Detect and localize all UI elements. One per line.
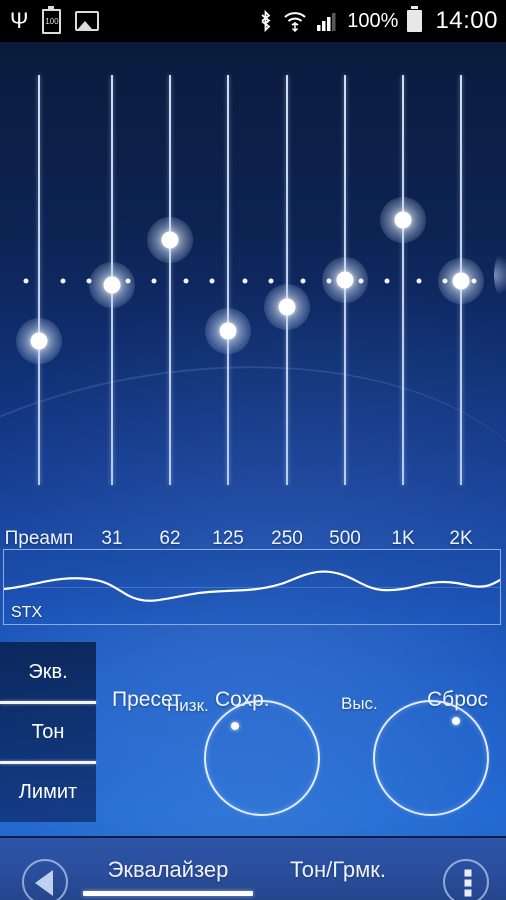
response-curve-panel[interactable]: STX xyxy=(3,549,501,625)
overflow-menu-icon xyxy=(464,869,472,877)
clock-label: 14:00 xyxy=(435,7,498,34)
bluetooth-icon xyxy=(261,9,271,33)
eq-slider-thumb[interactable] xyxy=(380,197,426,243)
tab-equalizer-active-indicator xyxy=(83,891,253,896)
back-arrow-icon xyxy=(35,870,53,896)
battery-percent-label: 100% xyxy=(347,9,399,32)
bass-knob-label: Низк. xyxy=(167,696,209,715)
mode-selector-panel[interactable]: Экв. Тон Лимит xyxy=(0,642,96,822)
mode-item-limit[interactable]: Лимит xyxy=(0,762,96,822)
mode-item-label: Лимит xyxy=(18,780,78,803)
eq-slider-track[interactable] xyxy=(286,75,288,485)
eq-center-dot xyxy=(86,278,91,284)
treble-knob-label: Выс. xyxy=(341,694,378,713)
eq-slider-thumb[interactable] xyxy=(205,308,251,354)
eq-center-dot xyxy=(60,278,65,284)
mode-item-eq[interactable]: Экв. xyxy=(0,642,96,702)
status-bar: Ψ 100 100% 14:00 xyxy=(0,0,506,42)
usb-icon: Ψ xyxy=(10,8,29,33)
eq-center-dot xyxy=(151,278,157,284)
mode-item-label: Тон xyxy=(31,720,65,743)
eq-center-dot xyxy=(326,278,332,284)
eq-slider-track[interactable] xyxy=(402,75,404,485)
eq-center-dot xyxy=(442,278,448,284)
bass-knob-indicator xyxy=(231,722,239,730)
frequency-label: 62 xyxy=(159,528,181,549)
equalizer-sliders[interactable] xyxy=(0,42,506,512)
cellular-signal-icon xyxy=(317,13,336,31)
eq-center-dot xyxy=(416,278,422,284)
picture-icon xyxy=(75,11,100,31)
back-button[interactable] xyxy=(22,859,68,900)
tab-equalizer[interactable]: Эквалайзер xyxy=(108,857,229,883)
overflow-menu-icon-dot-2 xyxy=(464,879,472,887)
mode-item-tone[interactable]: Тон xyxy=(0,702,96,762)
frequency-label: 31 xyxy=(101,528,123,549)
frequency-label: 250 xyxy=(271,528,303,549)
treble-knob-indicator xyxy=(452,717,460,725)
curve-preset-label: STX xyxy=(11,604,43,621)
frequency-label: 2K xyxy=(449,528,473,549)
eq-center-dot xyxy=(384,278,390,284)
tone-controls-area: Экв. Тон Лимит Пресет Сохр. Сброс Низк. Выс. xyxy=(0,632,506,840)
overflow-menu-button[interactable] xyxy=(443,859,489,900)
frequency-label: 500 xyxy=(329,528,361,549)
eq-center-dot xyxy=(471,278,477,284)
equalizer-screen: Преамп 31 62 125 250 500 1K 2K STX Экв. Тон Лимит… xyxy=(0,42,506,900)
eq-slider-thumb[interactable] xyxy=(89,262,135,308)
eq-slider-track[interactable] xyxy=(227,75,229,485)
frequency-label: 1K xyxy=(391,528,415,549)
response-curve-graph xyxy=(4,570,500,602)
battery-inner-label: 100 xyxy=(45,16,59,26)
eq-center-dot xyxy=(23,278,29,284)
wifi-icon xyxy=(284,12,306,32)
frequency-label: 125 xyxy=(212,528,244,549)
battery-icon xyxy=(407,6,423,32)
eq-center-dot xyxy=(209,278,215,284)
eq-slider-thumb-partial[interactable] xyxy=(494,253,506,297)
eq-center-dot xyxy=(242,278,247,284)
bottom-navigation-bar: Эквалайзер Тон/Грмк. xyxy=(0,836,506,900)
status-bar-right-icons: 100% 14:00 xyxy=(257,0,498,42)
app-root: Ψ 100 100% 14:00 Преамп 31 62 125 250 50… xyxy=(0,0,506,900)
treble-knob[interactable] xyxy=(373,700,489,816)
overflow-menu-icon-dot-3 xyxy=(464,889,472,897)
battery-100-icon: 100 xyxy=(42,5,62,34)
eq-slider-thumb[interactable] xyxy=(16,318,62,364)
bass-knob[interactable] xyxy=(204,700,320,816)
frequency-label: Преамп xyxy=(4,528,74,549)
eq-center-dot xyxy=(125,278,131,284)
eq-slider-track[interactable] xyxy=(38,75,40,485)
eq-center-dot xyxy=(268,278,273,284)
mode-item-label: Экв. xyxy=(28,660,68,683)
eq-center-dot xyxy=(300,278,306,284)
eq-slider-thumb[interactable] xyxy=(264,284,310,330)
eq-center-dot xyxy=(358,278,364,284)
eq-slider-thumb[interactable] xyxy=(147,217,193,263)
eq-slider-track[interactable] xyxy=(169,75,171,485)
status-bar-left-icons: Ψ 100 xyxy=(10,0,100,42)
eq-center-dot xyxy=(183,278,189,284)
tab-tone-volume[interactable]: Тон/Грмк. xyxy=(290,857,386,883)
